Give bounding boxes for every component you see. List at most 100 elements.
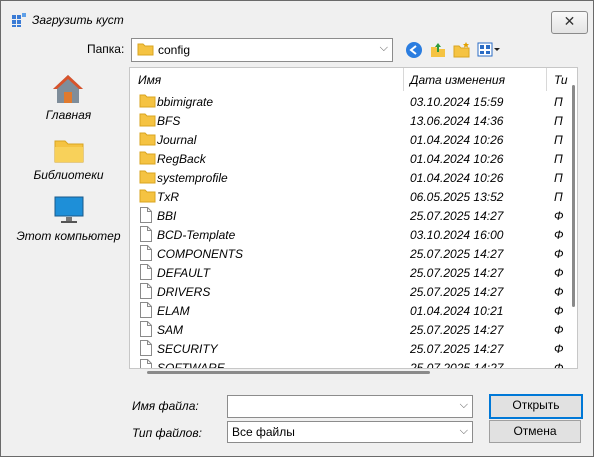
file-name: BBI bbox=[157, 209, 177, 223]
place-label: Главная bbox=[45, 108, 92, 122]
file-name: RegBack bbox=[157, 152, 206, 166]
filetype-value: Все файлы bbox=[232, 425, 295, 439]
folder-combo[interactable]: config ⌵ bbox=[131, 38, 393, 62]
file-date: 25.07.2025 14:27 bbox=[410, 247, 504, 261]
list-item[interactable]: TxR 06.05.2025 13:52 П bbox=[130, 187, 577, 206]
folder-icon bbox=[139, 189, 156, 203]
file-type: Ф bbox=[554, 228, 564, 242]
open-button[interactable]: Открыть bbox=[489, 394, 583, 419]
list-header: ⌃ Имя Дата изменения Ти bbox=[130, 68, 577, 91]
list-item[interactable]: DRIVERS 25.07.2025 14:27 Ф bbox=[130, 282, 577, 301]
chevron-down-icon[interactable]: ⌵ bbox=[460, 399, 468, 412]
title-bar: Загрузить куст ✕ bbox=[1, 1, 593, 39]
vertical-scrollbar[interactable] bbox=[568, 67, 578, 367]
file-icon bbox=[140, 207, 152, 223]
file-date: 03.10.2024 15:59 bbox=[410, 95, 504, 109]
filename-label: Имя файла: bbox=[132, 399, 199, 413]
file-date: 03.10.2024 16:00 bbox=[410, 228, 504, 242]
list-item[interactable]: RegBack 01.04.2024 10:26 П bbox=[130, 149, 577, 168]
new-folder-icon[interactable] bbox=[453, 41, 471, 59]
file-type: Ф bbox=[554, 323, 564, 337]
folder-icon bbox=[139, 132, 156, 146]
view-menu-icon[interactable] bbox=[477, 41, 501, 59]
file-type: П bbox=[554, 190, 563, 204]
file-type: П bbox=[554, 133, 563, 147]
file-type: Ф bbox=[554, 361, 564, 369]
file-name: SOFTWARE bbox=[157, 361, 225, 369]
libraries-icon bbox=[54, 140, 84, 163]
place-label: Этот компьютер bbox=[16, 229, 121, 243]
column-divider[interactable] bbox=[403, 68, 404, 91]
file-name: ELAM bbox=[157, 304, 190, 318]
file-type: П bbox=[554, 152, 563, 166]
file-icon bbox=[140, 340, 152, 356]
scroll-thumb[interactable] bbox=[147, 371, 430, 374]
file-date: 01.04.2024 10:21 bbox=[410, 304, 504, 318]
folder-value: config bbox=[158, 43, 191, 57]
file-date: 25.07.2025 14:27 bbox=[410, 323, 504, 337]
folder-label: Папка: bbox=[87, 42, 125, 56]
registry-editor-icon bbox=[12, 13, 26, 27]
list-item[interactable]: BFS 13.06.2024 14:36 П bbox=[130, 111, 577, 130]
file-type: П bbox=[554, 171, 563, 185]
file-type: Ф bbox=[554, 247, 564, 261]
file-icon bbox=[140, 321, 152, 337]
file-name: DEFAULT bbox=[157, 266, 210, 280]
file-date: 25.07.2025 14:27 bbox=[410, 285, 504, 299]
chevron-down-icon: ⌵ bbox=[379, 42, 388, 54]
up-folder-icon[interactable] bbox=[429, 41, 447, 59]
file-name: TxR bbox=[157, 190, 179, 204]
file-type: П bbox=[554, 114, 563, 128]
file-type: Ф bbox=[554, 285, 564, 299]
file-type: Ф bbox=[554, 342, 564, 356]
file-type: П bbox=[554, 95, 563, 109]
folder-icon bbox=[139, 151, 156, 165]
filetype-label: Тип файлов: bbox=[132, 426, 202, 440]
close-button[interactable]: ✕ bbox=[551, 11, 588, 34]
list-item[interactable]: ELAM 01.04.2024 10:21 Ф bbox=[130, 301, 577, 320]
list-item[interactable]: Journal 01.04.2024 10:26 П bbox=[130, 130, 577, 149]
back-icon[interactable] bbox=[405, 41, 423, 59]
list-item[interactable]: SAM 25.07.2025 14:27 Ф bbox=[130, 320, 577, 339]
horizontal-scrollbar[interactable] bbox=[129, 369, 576, 377]
file-icon bbox=[140, 283, 152, 299]
file-name: BFS bbox=[157, 114, 181, 128]
list-item[interactable]: SECURITY 25.07.2025 14:27 Ф bbox=[130, 339, 577, 358]
list-item[interactable]: BCD-Template 03.10.2024 16:00 Ф bbox=[130, 225, 577, 244]
file-list[interactable]: ⌃ Имя Дата изменения Ти bbimigrate 03.10.… bbox=[129, 67, 578, 369]
scroll-thumb[interactable] bbox=[572, 85, 575, 307]
list-item[interactable]: DEFAULT 25.07.2025 14:27 Ф bbox=[130, 263, 577, 282]
list-item[interactable]: COMPONENTS 25.07.2025 14:27 Ф bbox=[130, 244, 577, 263]
dialog-title: Загрузить куст bbox=[32, 13, 124, 27]
file-name: SECURITY bbox=[157, 342, 218, 356]
file-name: systemprofile bbox=[157, 171, 228, 185]
file-name: COMPONENTS bbox=[157, 247, 244, 261]
file-date: 25.07.2025 14:27 bbox=[410, 209, 504, 223]
file-date: 01.04.2024 10:26 bbox=[410, 171, 504, 185]
file-date: 13.06.2024 14:36 bbox=[410, 114, 504, 128]
sort-ascending-icon: ⌃ bbox=[263, 67, 272, 75]
folder-icon bbox=[139, 94, 156, 108]
cancel-button[interactable]: Отмена bbox=[489, 420, 581, 443]
column-divider[interactable] bbox=[546, 68, 547, 91]
file-name: DRIVERS bbox=[157, 285, 211, 299]
folder-icon bbox=[139, 113, 156, 127]
list-item[interactable]: BBI 25.07.2025 14:27 Ф bbox=[130, 206, 577, 225]
filetype-select[interactable]: Все файлы ⌵ bbox=[227, 421, 473, 443]
column-name[interactable]: Имя bbox=[138, 73, 161, 87]
file-icon bbox=[140, 302, 152, 318]
home-icon bbox=[53, 75, 83, 103]
list-item[interactable]: SOFTWARE 25.07.2025 14:27 Ф bbox=[130, 358, 577, 369]
file-type: Ф bbox=[554, 304, 564, 318]
file-icon bbox=[140, 226, 152, 242]
column-type[interactable]: Ти bbox=[554, 73, 568, 87]
filename-input[interactable]: ⌵ bbox=[227, 395, 473, 418]
list-item[interactable]: bbimigrate 03.10.2024 15:59 П bbox=[130, 92, 577, 111]
list-item[interactable]: systemprofile 01.04.2024 10:26 П bbox=[130, 168, 577, 187]
chevron-down-icon[interactable]: ⌵ bbox=[460, 425, 468, 438]
column-date[interactable]: Дата изменения bbox=[410, 73, 505, 87]
file-name: Journal bbox=[157, 133, 197, 147]
open-hive-dialog: Загрузить куст ✕ Папка: config ⌵ Главная… bbox=[0, 0, 594, 457]
file-icon bbox=[140, 245, 152, 261]
file-date: 25.07.2025 14:27 bbox=[410, 361, 504, 369]
